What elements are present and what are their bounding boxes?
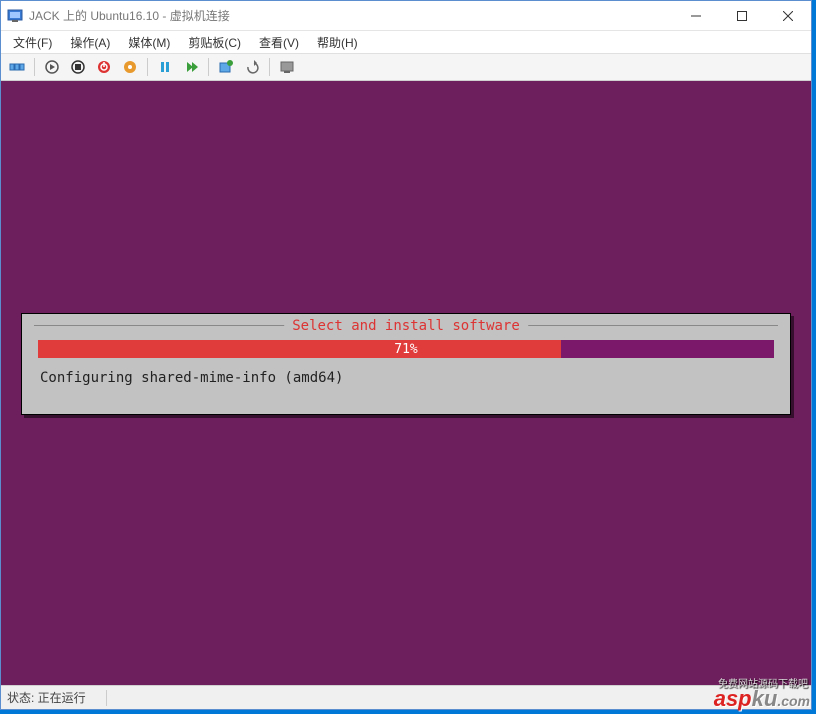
menu-clipboard[interactable]: 剪贴板(C)	[180, 32, 249, 53]
titlebar: JACK 上的 Ubuntu16.10 - 虚拟机连接	[1, 1, 811, 31]
menubar: 文件(F) 操作(A) 媒体(M) 剪贴板(C) 查看(V) 帮助(H)	[1, 31, 811, 53]
toolbar-separator	[208, 58, 209, 76]
toolbar	[1, 53, 811, 81]
progress-bar-fill	[38, 340, 561, 358]
toolbar-separator	[269, 58, 270, 76]
revert-button[interactable]	[240, 56, 264, 78]
menu-media[interactable]: 媒体(M)	[120, 32, 178, 53]
progress-label: 71%	[394, 342, 417, 357]
installer-status: Configuring shared-mime-info (amd64)	[34, 370, 778, 386]
menu-help[interactable]: 帮助(H)	[309, 32, 366, 53]
pause-button[interactable]	[153, 56, 177, 78]
statusbar-separator	[106, 690, 107, 706]
reset-button[interactable]	[179, 56, 203, 78]
enhanced-session-button[interactable]	[275, 56, 299, 78]
ctrl-alt-del-button[interactable]	[5, 56, 29, 78]
statusbar: 状态: 正在运行	[1, 685, 811, 709]
close-button[interactable]	[765, 1, 811, 30]
app-icon	[7, 8, 23, 24]
menu-view[interactable]: 查看(V)	[251, 32, 307, 53]
shutdown-button[interactable]	[92, 56, 116, 78]
checkpoint-button[interactable]	[214, 56, 238, 78]
start-button[interactable]	[40, 56, 64, 78]
installer-dialog: Select and install software 71% Configur…	[21, 313, 791, 415]
status-label: 状态: 正在运行	[7, 689, 86, 706]
minimize-button[interactable]	[673, 1, 719, 30]
window-title: JACK 上的 Ubuntu16.10 - 虚拟机连接	[29, 7, 673, 24]
turn-off-button[interactable]	[66, 56, 90, 78]
maximize-button[interactable]	[719, 1, 765, 30]
progress-bar: 71%	[38, 340, 774, 358]
progress-row: 71%	[34, 338, 778, 360]
dialog-title: Select and install software	[284, 318, 528, 334]
menu-file[interactable]: 文件(F)	[5, 32, 60, 53]
vm-connection-window: JACK 上的 Ubuntu16.10 - 虚拟机连接 文件(F) 操作(A) …	[0, 0, 812, 710]
menu-action[interactable]: 操作(A)	[62, 32, 118, 53]
vm-display[interactable]: Select and install software 71% Configur…	[1, 81, 811, 685]
toolbar-separator	[147, 58, 148, 76]
dialog-title-row: Select and install software	[34, 318, 778, 332]
toolbar-separator	[34, 58, 35, 76]
save-button[interactable]	[118, 56, 142, 78]
window-controls	[673, 1, 811, 30]
